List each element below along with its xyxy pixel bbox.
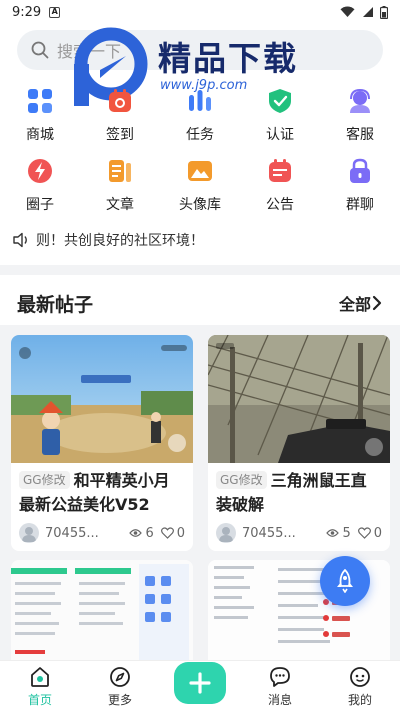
post-card[interactable]: GG修改 三角洲鼠王直装破解 70455... 5 0 [208,335,390,551]
nav-label: 我的 [347,692,372,707]
status-bar: 9:29 A [0,0,400,24]
nav-label: 首页 [27,692,52,707]
section-title: 最新帖子 [17,293,94,316]
status-time: 9:29 [12,4,42,20]
eye-icon [129,529,143,537]
status-icons [340,5,388,19]
shield-check-icon [265,86,295,116]
view-count: 5 [342,525,351,541]
post-thumbnail [208,335,390,463]
notice-marquee[interactable]: 则！共创良好的社区环境！ [12,230,204,250]
view-all-link[interactable]: 全部 [339,291,383,315]
post-author: 70455... [242,525,296,541]
grid-item-label: 文章 [106,197,134,213]
grid-item-circle[interactable]: 圈子 [0,156,80,226]
like-count: 0 [176,525,185,541]
latest-posts-header: 最新帖子 全部 [0,283,400,323]
view-count: 6 [145,525,154,541]
feature-grid: 商城 签到 任务 认证 客服 圈子 文章 头像库 公告 群聊 [0,86,400,226]
bottom-nav: 首页 更多 消息 我的 [0,660,400,712]
rocket-fab-button[interactable] [320,556,370,606]
compass-icon [110,666,130,687]
post-author: 70455... [45,525,99,541]
grid-item-label: 签到 [106,127,134,143]
grid-item-label: 商城 [26,127,54,143]
grid-item-label: 客服 [346,127,374,143]
grid-item-notice[interactable]: 公告 [240,156,320,226]
search-icon [31,41,49,59]
speaker-icon [13,232,27,248]
signal-icon [363,7,373,17]
post-card[interactable]: GG修改 和平精英小月最新公益美化V52 70455... 6 0 [11,335,193,551]
nav-profile[interactable]: 我的 [320,661,400,712]
nav-add-post[interactable] [160,661,240,712]
calendar-check-icon [105,86,135,116]
apps-icon [25,86,55,116]
like-count: 0 [373,525,382,541]
post-title: GG修改 三角洲鼠王直装破解 [208,463,390,517]
add-post-button[interactable] [174,661,226,704]
notice-text: 则！共创良好的社区环境！ [36,233,204,249]
grid-item-label: 群聊 [346,197,374,213]
home-icon [31,666,49,687]
nav-more[interactable]: 更多 [80,661,160,712]
article-icon [105,156,135,186]
avatar [19,523,39,543]
grid-item-verify[interactable]: 认证 [240,86,320,156]
grid-item-label: 任务 [186,127,214,143]
post-card[interactable] [11,560,193,670]
post-stats: 6 0 [129,526,185,541]
grid-item-service[interactable]: 客服 [320,86,400,156]
grid-item-label: 头像库 [179,197,221,213]
rocket-icon [337,569,353,593]
feature-row-1: 商城 签到 任务 认证 客服 [0,86,400,156]
watermark-title: 精品下载 [158,39,298,78]
calendar-notice-icon [265,156,295,186]
lightning-circle-icon [25,156,55,186]
chat-icon [270,666,290,687]
section-divider [0,265,400,275]
chevron-right-icon [372,295,382,311]
nav-messages[interactable]: 消息 [240,661,320,712]
view-all-label: 全部 [338,295,371,314]
grid-item-mall[interactable]: 商城 [0,86,80,156]
nav-label: 更多 [107,692,132,707]
grid-item-label: 圈子 [26,197,54,213]
grid-item-groupchat[interactable]: 群聊 [320,156,400,226]
eye-icon [326,529,340,537]
face-icon [350,666,370,687]
task-bars-icon [185,86,215,116]
post-stats: 5 0 [326,526,382,541]
post-title: GG修改 和平精英小月最新公益美化V52 [11,463,193,517]
grid-item-label: 认证 [266,127,294,143]
post-meta: 70455... 5 0 [208,517,390,551]
post-tag: GG修改 [216,471,267,489]
post-thumbnail [11,560,193,670]
notification-a-icon: A [49,6,61,18]
nav-home[interactable]: 首页 [0,661,80,712]
feature-row-2: 圈子 文章 头像库 公告 群聊 [0,156,400,226]
grid-item-avatars[interactable]: 头像库 [160,156,240,226]
avatar [216,523,236,543]
post-meta: 70455... 6 0 [11,517,193,551]
post-thumbnail [11,335,193,463]
grid-item-tasks[interactable]: 任务 [160,86,240,156]
grid-item-label: 公告 [266,197,294,213]
heart-icon[interactable] [160,527,174,539]
lock-group-icon [345,156,375,186]
customer-service-icon [345,86,375,116]
nav-label: 消息 [267,692,292,707]
post-tag: GG修改 [19,471,70,489]
plus-icon [189,671,211,694]
wifi-icon [340,6,355,17]
mountain-image-icon [185,156,215,186]
heart-icon[interactable] [357,527,371,539]
battery-icon [380,5,388,19]
grid-item-articles[interactable]: 文章 [80,156,160,226]
grid-item-signin[interactable]: 签到 [80,86,160,156]
